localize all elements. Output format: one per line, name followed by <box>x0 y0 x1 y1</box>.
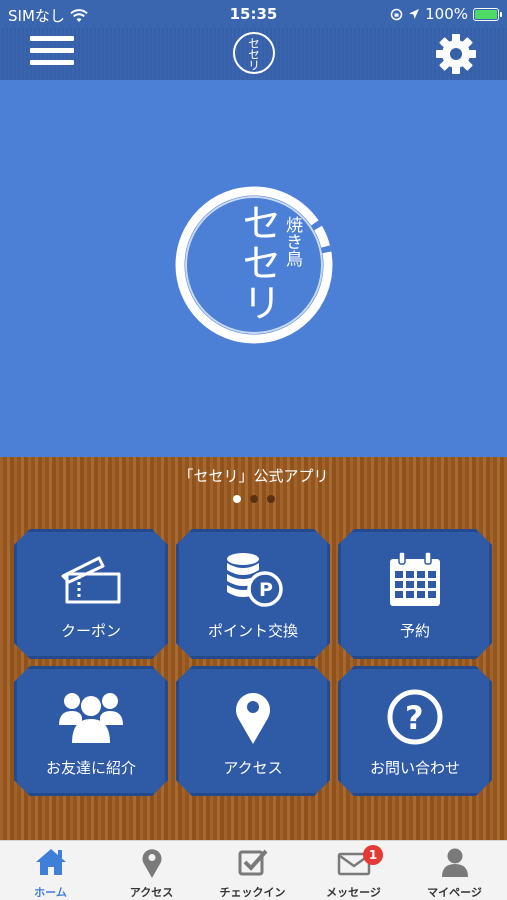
coins-icon: P <box>221 551 285 609</box>
map-pin-icon <box>233 688 273 746</box>
inquiry-tile[interactable]: ? お問い合わせ <box>338 666 492 796</box>
tab-label: ホーム <box>34 886 67 899</box>
logo-subtext: 焼き鳥 <box>282 216 303 268</box>
menu-line <box>30 60 74 65</box>
tab-message[interactable]: 1 メッセージ <box>303 841 404 900</box>
access-tile[interactable]: アクセス <box>176 666 330 796</box>
coupon-tile[interactable]: クーポン <box>14 529 168 659</box>
nav-bar: セセリ <box>0 28 507 80</box>
battery-fill <box>475 9 497 19</box>
checkin-icon <box>238 849 267 876</box>
page-dot[interactable] <box>249 495 258 503</box>
menu-area: 「セセリ」公式アプリ クーポン P ポイント交換 予約 お友達に紹介 アクセス … <box>0 457 507 840</box>
point-exchange-tile[interactable]: P ポイント交換 <box>176 529 330 659</box>
page-indicator[interactable] <box>0 495 507 503</box>
status-bar: SIMなし 15:35 100% <box>0 0 507 28</box>
tile-label: お友達に紹介 <box>45 759 136 777</box>
tile-label: アクセス <box>223 759 283 777</box>
header-logo: セセリ <box>233 32 275 74</box>
reservation-tile[interactable]: 予約 <box>338 529 492 659</box>
settings-gear-icon[interactable] <box>435 33 477 75</box>
orientation-lock-icon <box>390 8 403 20</box>
tab-mypage[interactable]: マイページ <box>404 841 505 900</box>
page-dot[interactable] <box>266 495 275 503</box>
tile-label: お問い合わせ <box>369 759 460 777</box>
hero-banner: 焼き鳥 セセリ <box>0 80 507 457</box>
svg-text:?: ? <box>405 699 424 737</box>
tab-label: メッセージ <box>326 886 381 899</box>
battery-icon <box>473 7 502 21</box>
tab-label: アクセス <box>129 886 174 899</box>
menu-line <box>30 36 74 41</box>
group-icon <box>58 689 124 745</box>
tile-label: 予約 <box>399 622 430 640</box>
map-pin-icon <box>142 849 161 878</box>
tab-bar: ホーム アクセス チェックイン 1 メッセージ マイページ <box>0 840 507 900</box>
page-dot[interactable] <box>232 495 241 503</box>
unread-badge: 1 <box>363 845 383 865</box>
location-arrow-icon <box>409 9 420 19</box>
svg-text:P: P <box>259 579 273 601</box>
question-icon: ? <box>386 688 444 746</box>
tile-label: ポイント交換 <box>207 622 298 640</box>
status-right: 100% <box>390 5 502 23</box>
person-icon <box>441 848 468 877</box>
hero-logo-text: セセリ <box>235 202 281 322</box>
menu-line <box>30 48 74 53</box>
carousel-caption: 「セセリ」公式アプリ <box>178 467 329 485</box>
ticket-icon <box>59 552 123 608</box>
home-icon <box>35 849 66 875</box>
tab-checkin[interactable]: チェックイン <box>202 841 303 900</box>
tab-label: チェックイン <box>219 886 286 899</box>
menu-button[interactable] <box>30 36 74 72</box>
tile-label: クーポン <box>60 622 121 640</box>
invite-friends-tile[interactable]: お友達に紹介 <box>14 666 168 796</box>
calendar-icon <box>387 551 443 609</box>
tab-home[interactable]: ホーム <box>0 841 101 900</box>
tab-label: マイページ <box>427 886 482 899</box>
battery-percent: 100% <box>425 5 468 23</box>
tab-access[interactable]: アクセス <box>101 841 202 900</box>
